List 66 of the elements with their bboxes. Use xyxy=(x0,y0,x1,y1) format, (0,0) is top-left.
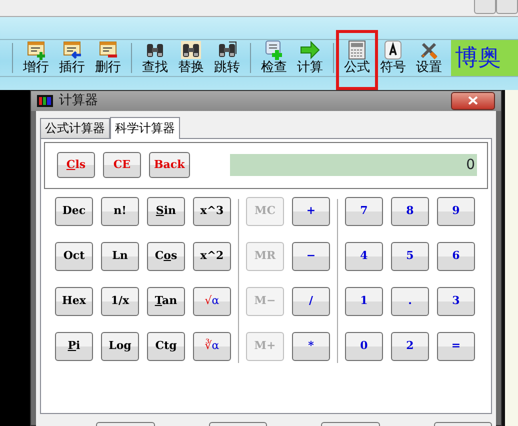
key-button[interactable]: = xyxy=(437,332,475,360)
key-button[interactable]: x^2 xyxy=(193,242,231,270)
key-button[interactable]: Sin xyxy=(147,196,185,226)
key-button[interactable]: Tan xyxy=(147,286,185,316)
key-button[interactable]: n! xyxy=(101,196,139,226)
tools-icon xyxy=(419,40,439,60)
binoculars-icon xyxy=(217,40,237,60)
key-button[interactable]: Oct xyxy=(55,242,93,270)
tab[interactable]: 科学计算器 xyxy=(110,116,180,138)
toolbar-button[interactable]: 符号 xyxy=(375,40,411,77)
row-add-icon xyxy=(26,40,46,60)
toolbar-button[interactable]: 增行 xyxy=(18,40,54,77)
key-button[interactable]: 0 xyxy=(345,332,383,360)
key-button[interactable]: 7 xyxy=(345,196,383,226)
toolbar-button[interactable]: 检查 xyxy=(256,40,292,77)
letter-key-icon xyxy=(383,40,403,60)
key-button[interactable]: 3 xyxy=(437,286,475,316)
key-button[interactable]: Hex xyxy=(55,286,93,316)
calculator-icon xyxy=(347,40,367,60)
key-button[interactable]: Cos xyxy=(147,242,185,270)
key-button[interactable]: 1 xyxy=(345,286,383,316)
key-button[interactable]: Ln xyxy=(101,242,139,270)
display-field: 0 xyxy=(230,154,477,176)
toolbar-button[interactable]: 查找 xyxy=(137,40,173,77)
key-button[interactable]: Pi xyxy=(55,332,93,360)
key-button[interactable]: * xyxy=(292,332,330,360)
toolbar-button[interactable]: 插行 xyxy=(54,40,90,77)
row-insert-icon xyxy=(62,40,82,60)
key-button[interactable]: 4 xyxy=(345,242,383,270)
app-icon xyxy=(37,94,53,107)
arrow-right-icon xyxy=(300,40,320,60)
toolbar-button[interactable]: 计算 xyxy=(292,40,328,77)
close-icon xyxy=(468,96,478,106)
clear-button[interactable]: Cls xyxy=(57,152,95,178)
close-button[interactable] xyxy=(451,92,495,110)
document-plus-icon xyxy=(264,40,284,60)
toolbar-button[interactable]: 公式 xyxy=(339,40,375,77)
tab[interactable]: 公式计算器 xyxy=(40,118,110,138)
key-button[interactable]: 9 xyxy=(437,196,475,226)
window-control[interactable] xyxy=(474,0,496,14)
toolbar-button[interactable]: 跳转 xyxy=(209,40,245,77)
logo-text: 博奥 xyxy=(451,40,518,76)
key-button[interactable]: Dec xyxy=(55,196,93,226)
window-title: 计算器 xyxy=(59,92,98,110)
key-button[interactable]: ∛α xyxy=(193,332,231,360)
clear-button[interactable]: Back xyxy=(149,152,190,178)
toolbar-button[interactable]: 删行 xyxy=(90,40,126,77)
key-button[interactable]: . xyxy=(391,286,429,316)
binoculars-icon xyxy=(181,40,201,60)
key-button[interactable]: + xyxy=(292,196,330,226)
key-button[interactable]: Ctg xyxy=(147,332,185,360)
key-button[interactable]: 5 xyxy=(391,242,429,270)
key-button[interactable]: 8 xyxy=(391,196,429,226)
key-button[interactable]: − xyxy=(292,242,330,270)
key-button[interactable]: 1/x xyxy=(101,286,139,316)
key-button[interactable]: / xyxy=(292,286,330,316)
toolbar-button[interactable]: 设置 xyxy=(411,40,447,77)
key-button[interactable]: 2 xyxy=(391,332,429,360)
key-button[interactable]: √α xyxy=(193,286,231,316)
key-button[interactable]: 6 xyxy=(437,242,475,270)
toolbar-button[interactable]: 替换 xyxy=(173,40,209,77)
clear-button[interactable]: CE xyxy=(103,152,141,178)
key-button[interactable]: Log xyxy=(101,332,139,360)
row-delete-icon xyxy=(98,40,118,60)
window-control[interactable] xyxy=(496,0,518,14)
key-button[interactable]: x^3 xyxy=(193,196,231,226)
